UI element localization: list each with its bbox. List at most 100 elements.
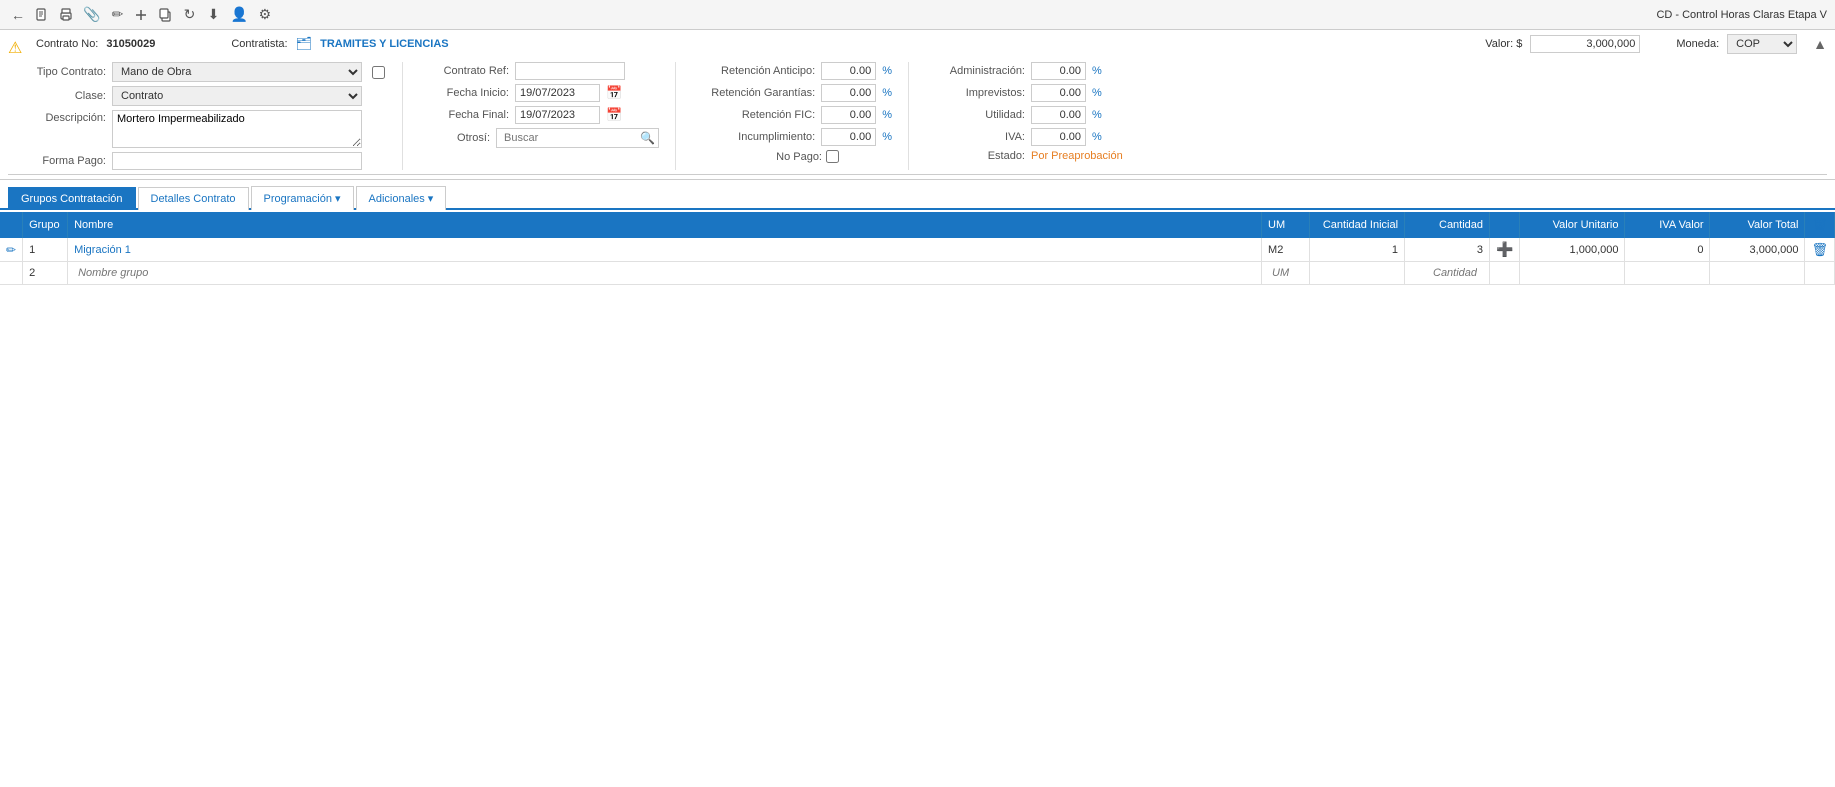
newrow-cantidad-input[interactable] [1411, 265, 1481, 281]
tab-grupos-label: Grupos Contratación [21, 193, 123, 205]
refresh-icon[interactable]: ↻ [179, 4, 199, 25]
valor-input[interactable] [1530, 35, 1640, 53]
toolbar: ← 📎 ✏ ↻ ⬇ 👤 ⚙ CD - Control Horas Claras … [0, 0, 1835, 30]
row1-iva-valor-value: 0 [1697, 244, 1703, 256]
divider2 [675, 62, 676, 170]
plus-toolbar-icon[interactable] [131, 6, 151, 24]
row1-cantidad-inicial-cell: 1 [1310, 238, 1405, 262]
col-edit-header [0, 212, 23, 238]
row1-trash-icon[interactable]: 🗑 [1811, 242, 1828, 257]
otrosi-search-icon[interactable]: 🔍 [640, 131, 655, 145]
print-icon[interactable] [56, 6, 76, 24]
moneda-select[interactable]: COP USD EUR [1727, 34, 1797, 54]
clip-icon[interactable]: 📎 [80, 4, 103, 25]
pct4: % [882, 131, 892, 143]
gear-icon[interactable]: ⚙ [255, 4, 275, 25]
fecha-final-label: Fecha Final: [419, 109, 509, 121]
admin-form-col: Administración: % Imprevistos: % Utilida… [925, 62, 1125, 170]
tab-programacion[interactable]: Programación ▾ [251, 186, 354, 210]
row1-trash-cell: 🗑 [1805, 238, 1835, 262]
forma-pago-input[interactable] [112, 152, 362, 170]
retencion-anticipo-input[interactable] [821, 62, 876, 80]
tab-grupos-contratacion[interactable]: Grupos Contratación [8, 187, 136, 210]
newrow-nombre-input[interactable] [74, 265, 274, 281]
new-doc-icon[interactable] [32, 6, 52, 24]
table-row: ✏ 1 Migración 1 M2 1 3 ➕ [0, 238, 1835, 262]
pencil-edit-icon[interactable]: ✏ [107, 4, 127, 25]
incumplimiento-input[interactable] [821, 128, 876, 146]
no-pago-row: No Pago: [692, 150, 892, 163]
tabs-bar: Grupos Contratación Detalles Contrato Pr… [0, 184, 1835, 210]
download-icon[interactable]: ⬇ [203, 4, 223, 25]
retencion-garantias-input[interactable] [821, 84, 876, 102]
row1-grupo-value: 1 [29, 244, 35, 256]
newrow-cantidad-cell [1405, 262, 1490, 285]
retencion-fic-input[interactable] [821, 106, 876, 124]
descripcion-textarea[interactable]: Mortero Impermeabilizado [112, 110, 362, 148]
tipo-contrato-select[interactable]: Mano de Obra Materiales Equipos [112, 62, 362, 82]
incumplimiento-row: Incumplimiento: % [692, 128, 892, 146]
pct2: % [882, 87, 892, 99]
utilidad-input[interactable] [1031, 106, 1086, 124]
row1-add-icon[interactable]: ➕ [1496, 241, 1513, 257]
newrow-valor-unitario-cell [1520, 262, 1625, 285]
divider3 [908, 62, 909, 170]
contratista-person-icon: 🗂 [296, 36, 313, 52]
clase-select[interactable]: Contrato Orden de Servicio Otro [112, 86, 362, 106]
contrato-ref-input[interactable] [515, 62, 625, 80]
row1-iva-valor-cell: 0 [1625, 238, 1710, 262]
iva-input[interactable] [1031, 128, 1086, 146]
copy-icon[interactable] [155, 6, 175, 24]
fecha-final-input[interactable] [515, 106, 600, 124]
imprevistos-label: Imprevistos: [925, 87, 1025, 99]
tipo-contrato-label: Tipo Contrato: [16, 66, 106, 78]
row1-nombre-value: Migración 1 [74, 244, 131, 256]
col-cantidad-inicial-header: Cantidad Inicial [1310, 212, 1405, 238]
tipo-contrato-checkbox[interactable] [372, 66, 385, 79]
administracion-row: Administración: % [925, 62, 1125, 80]
collapse-button[interactable]: ▲ [1813, 36, 1827, 52]
newrow-cantidad-inicial-cell [1310, 262, 1405, 285]
imprevistos-input[interactable] [1031, 84, 1086, 102]
header-section: ⚠ Contrato No: 31050029 Contratista: 🗂 T… [0, 30, 1835, 180]
newrow-um-input[interactable] [1268, 265, 1303, 281]
clase-row: Clase: Contrato Orden de Servicio Otro [16, 86, 386, 106]
pct7: % [1092, 109, 1102, 121]
col-trash-header-icon[interactable]: 🗑 [1811, 217, 1828, 232]
fecha-inicio-input[interactable] [515, 84, 600, 102]
fecha-final-row: Fecha Final: 📅 [419, 106, 659, 124]
no-pago-label: No Pago: [692, 151, 822, 163]
pct3: % [882, 109, 892, 121]
pct6: % [1092, 87, 1102, 99]
otrosi-label: Otrosí: [419, 132, 490, 144]
no-pago-checkbox[interactable] [826, 150, 839, 163]
col-trash-header: 🗑 [1805, 212, 1835, 238]
warning-icon: ⚠ [8, 38, 22, 58]
tab-detalles-label: Detalles Contrato [151, 193, 236, 205]
table-header-row: Grupo Nombre UM Cantidad Inicial Cantida… [0, 212, 1835, 238]
back-icon[interactable]: ← [8, 5, 28, 25]
tab-detalles-contrato[interactable]: Detalles Contrato [138, 187, 249, 210]
pct1: % [882, 65, 892, 77]
divider1 [402, 62, 403, 170]
person-icon[interactable]: 👤 [227, 4, 250, 25]
newrow-add-cell [1490, 262, 1520, 285]
administracion-input[interactable] [1031, 62, 1086, 80]
otrosi-search-input[interactable] [500, 130, 640, 146]
iva-label: IVA: [925, 131, 1025, 143]
left-form-col: Tipo Contrato: Mano de Obra Materiales E… [16, 62, 386, 170]
contratista-label: Contratista: [231, 38, 287, 50]
contratista-value: TRAMITES Y LICENCIAS [320, 38, 449, 50]
row1-um-cell: M2 [1262, 238, 1310, 262]
fecha-final-cal-icon[interactable]: 📅 [606, 107, 622, 123]
tab-programacion-label: Programación [264, 193, 332, 205]
row1-edit-icon[interactable]: ✏ [6, 243, 16, 257]
administracion-label: Administración: [925, 65, 1025, 77]
tab-adicionales[interactable]: Adicionales ▾ [356, 186, 447, 210]
moneda-label: Moneda: [1676, 38, 1719, 50]
retencion-anticipo-label: Retención Anticipo: [692, 65, 815, 77]
newrow-valor-total-cell [1710, 262, 1805, 285]
estado-value: Por Preaprobación [1031, 150, 1123, 162]
grupos-table: Grupo Nombre UM Cantidad Inicial Cantida… [0, 212, 1835, 285]
fecha-inicio-cal-icon[interactable]: 📅 [606, 85, 622, 101]
